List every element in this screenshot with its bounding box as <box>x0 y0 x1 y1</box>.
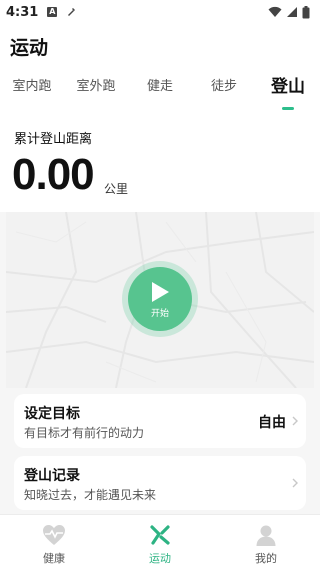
set-goal-title: 设定目标 <box>24 406 80 422</box>
bottom-nav: 健康 运动 我的 <box>0 514 320 568</box>
goal-mode-value: 自由 <box>258 415 286 431</box>
status-time: 4:31 <box>6 4 39 20</box>
play-icon <box>152 281 169 302</box>
total-distance-value: 0.00 <box>12 150 95 199</box>
nav-label: 健康 <box>43 552 65 565</box>
person-icon <box>256 525 276 546</box>
app-header: 运动 <box>0 24 320 70</box>
wifi-icon <box>268 6 282 17</box>
sport-type-tabs: 室内跑 室外跑 健走 徒步 登山 <box>0 70 320 114</box>
active-tab-indicator <box>282 107 294 110</box>
nav-health[interactable]: 健康 <box>14 515 94 568</box>
climb-record-title: 登山记录 <box>24 468 80 484</box>
signal-icon <box>287 7 297 17</box>
nav-label: 运动 <box>149 552 171 565</box>
page-title: 运动 <box>10 37 49 59</box>
set-goal-subtitle: 有目标才有前行的动力 <box>24 426 145 440</box>
nav-label: 我的 <box>255 552 277 565</box>
tab-label: 登山 <box>271 77 305 97</box>
nav-sport[interactable]: 运动 <box>120 515 200 568</box>
battery-icon <box>302 5 310 18</box>
start-label: 开始 <box>150 308 169 319</box>
tab-label: 室内跑 <box>12 79 52 94</box>
tab-hike[interactable]: 徒步 <box>192 70 256 114</box>
distance-summary: 累计登山距离 0.00 公里 <box>0 114 320 212</box>
climb-record-card[interactable]: 登山记录 知晓过去，才能遇见未来 <box>14 456 306 510</box>
tab-indoor-run[interactable]: 室内跑 <box>0 70 64 114</box>
climb-record-subtitle: 知晓过去，才能遇见未来 <box>24 488 157 502</box>
tab-label: 室外跑 <box>76 79 116 94</box>
status-bar: 4:31 A <box>0 0 320 24</box>
heart-pulse-icon <box>43 525 65 545</box>
start-button[interactable]: 开始 <box>128 267 192 331</box>
chevron-right-icon <box>292 478 298 488</box>
a-badge-icon: A <box>47 7 58 17</box>
distance-unit: 公里 <box>104 182 129 196</box>
tab-label: 健走 <box>146 79 173 94</box>
map-view[interactable]: 开始 <box>6 212 314 388</box>
status-left-icons: A <box>47 7 76 17</box>
total-distance-label: 累计登山距离 <box>14 132 93 147</box>
running-icon <box>150 525 170 545</box>
chevron-right-icon <box>292 416 298 426</box>
tab-climb[interactable]: 登山 <box>256 70 320 114</box>
status-right-icons <box>268 5 310 19</box>
tab-label: 徒步 <box>210 79 237 94</box>
nav-mine[interactable]: 我的 <box>226 515 306 568</box>
tab-outdoor-run[interactable]: 室外跑 <box>64 70 128 114</box>
set-goal-card[interactable]: 设定目标 有目标才有前行的动力 自由 <box>14 394 306 448</box>
pen-icon <box>68 8 76 16</box>
tab-walk[interactable]: 健走 <box>128 70 192 114</box>
